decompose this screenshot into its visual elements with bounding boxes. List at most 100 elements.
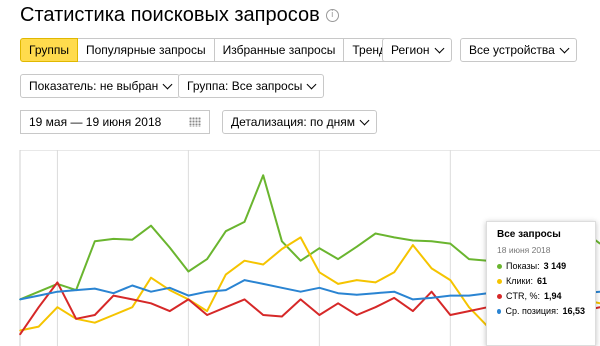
- impressions-value: 3 149: [543, 261, 567, 271]
- tab-groups[interactable]: Группы: [20, 38, 78, 62]
- point-2-16: [318, 314, 321, 316]
- point-3-18: [356, 294, 358, 296]
- page-title-text: Статистика поисковых запросов: [20, 4, 320, 26]
- point-1-6: [131, 306, 134, 308]
- calendar-icon[interactable]: [189, 117, 201, 127]
- point-2-24: [468, 310, 470, 312]
- point-2-0: [19, 333, 21, 336]
- tooltip-row-clicks: Клики: 61: [497, 276, 585, 286]
- point-2-2: [56, 281, 59, 284]
- date-range-value: 19 мая — 19 июня 2018: [29, 115, 162, 129]
- point-2-1: [37, 306, 40, 308]
- point-0-18: [356, 245, 358, 248]
- point-1-22: [430, 267, 433, 270]
- point-0-7: [150, 224, 152, 227]
- point-0-9: [187, 270, 190, 273]
- point-3-24: [468, 294, 470, 297]
- point-2-17: [337, 302, 339, 305]
- point-0-5: [112, 238, 115, 240]
- point-0-24: [468, 258, 470, 260]
- point-3-6: [131, 284, 134, 287]
- point-2-10: [206, 314, 208, 316]
- point-2-18: [356, 314, 358, 316]
- tab-popular-queries[interactable]: Популярные запросы: [77, 38, 215, 62]
- point-3-12: [243, 279, 246, 281]
- point-0-19: [374, 232, 377, 235]
- clicks-value: 61: [537, 276, 548, 286]
- point-1-12: [243, 259, 246, 262]
- point-1-10: [206, 310, 208, 312]
- point-3-22: [430, 297, 433, 299]
- page-title: Статистика поисковых запросов i: [20, 4, 339, 27]
- point-3-8: [168, 287, 171, 289]
- point-2-19: [374, 306, 377, 308]
- point-1-18: [356, 279, 358, 281]
- point-3-15: [299, 290, 302, 293]
- tooltip-row-impressions: Показы: 3 149: [497, 261, 585, 271]
- point-3-1: [37, 294, 40, 297]
- point-2-8: [168, 310, 171, 312]
- tooltip-row-position: Ср. позиция: 16,53: [497, 306, 585, 316]
- point-0-21: [412, 239, 414, 242]
- point-2-20: [393, 297, 396, 299]
- point-3-9: [187, 294, 190, 297]
- point-3-10: [206, 290, 208, 293]
- point-2-14: [281, 315, 283, 318]
- point-3-14: [281, 287, 283, 289]
- detail-dropdown[interactable]: Детализация: по дням: [222, 110, 377, 134]
- point-0-22: [430, 240, 433, 243]
- position-label: Ср. позиция:: [505, 306, 559, 316]
- point-1-13: [262, 263, 265, 266]
- point-3-4: [94, 287, 96, 290]
- point-2-22: [430, 290, 433, 293]
- point-1-11: [225, 273, 227, 276]
- point-1-24: [468, 306, 470, 308]
- point-1-7: [150, 276, 152, 279]
- point-1-21: [412, 244, 414, 246]
- point-3-19: [374, 292, 377, 294]
- metric-dropdown[interactable]: Показатель: не выбран: [20, 74, 181, 98]
- point-3-21: [412, 298, 414, 301]
- devices-dropdown[interactable]: Все устройства: [460, 38, 577, 62]
- info-icon[interactable]: i: [325, 9, 339, 22]
- point-2-11: [225, 306, 227, 308]
- view-tabs: Группы Популярные запросы Избранные запр…: [20, 38, 395, 62]
- point-0-17: [337, 258, 339, 260]
- point-1-5: [112, 314, 115, 316]
- region-label: Регион: [391, 43, 430, 57]
- point-0-23: [449, 242, 452, 245]
- impressions-label: Показы:: [506, 261, 540, 271]
- tab-favorite-queries[interactable]: Избранные запросы: [214, 38, 345, 62]
- region-dropdown[interactable]: Регион: [382, 38, 452, 62]
- point-0-1: [37, 290, 40, 293]
- tooltip-date: 18 июня 2018: [497, 245, 551, 255]
- point-3-2: [56, 290, 59, 293]
- point-0-16: [318, 247, 321, 249]
- point-0-13: [262, 174, 265, 177]
- point-0-4: [94, 240, 96, 243]
- point-1-15: [299, 236, 302, 239]
- chevron-down-icon: [434, 43, 444, 53]
- position-value: 16,53: [562, 306, 585, 316]
- tooltip-row-ctr: CTR, %: 1,94: [497, 291, 585, 301]
- point-1-1: [37, 325, 40, 328]
- point-1-4: [94, 321, 96, 324]
- point-2-15: [299, 298, 302, 301]
- point-2-13: [262, 314, 265, 316]
- point-0-12: [243, 221, 246, 223]
- ctr-dot: [497, 293, 502, 299]
- point-3-3: [75, 289, 77, 291]
- point-2-6: [131, 298, 134, 301]
- impressions-dot: [497, 263, 502, 269]
- point-1-20: [393, 271, 396, 274]
- ctr-value: 1,94: [544, 291, 562, 301]
- point-2-9: [187, 298, 190, 301]
- metric-label: Показатель: не выбран: [29, 79, 159, 93]
- point-0-8: [168, 246, 171, 249]
- date-range-input[interactable]: 19 мая — 19 июня 2018: [20, 110, 210, 134]
- group-label: Группа: Все запросы: [187, 79, 303, 93]
- group-dropdown[interactable]: Группа: Все запросы: [178, 74, 325, 98]
- chevron-down-icon: [559, 43, 570, 53]
- point-3-16: [318, 287, 321, 289]
- devices-label: Все устройства: [469, 43, 555, 57]
